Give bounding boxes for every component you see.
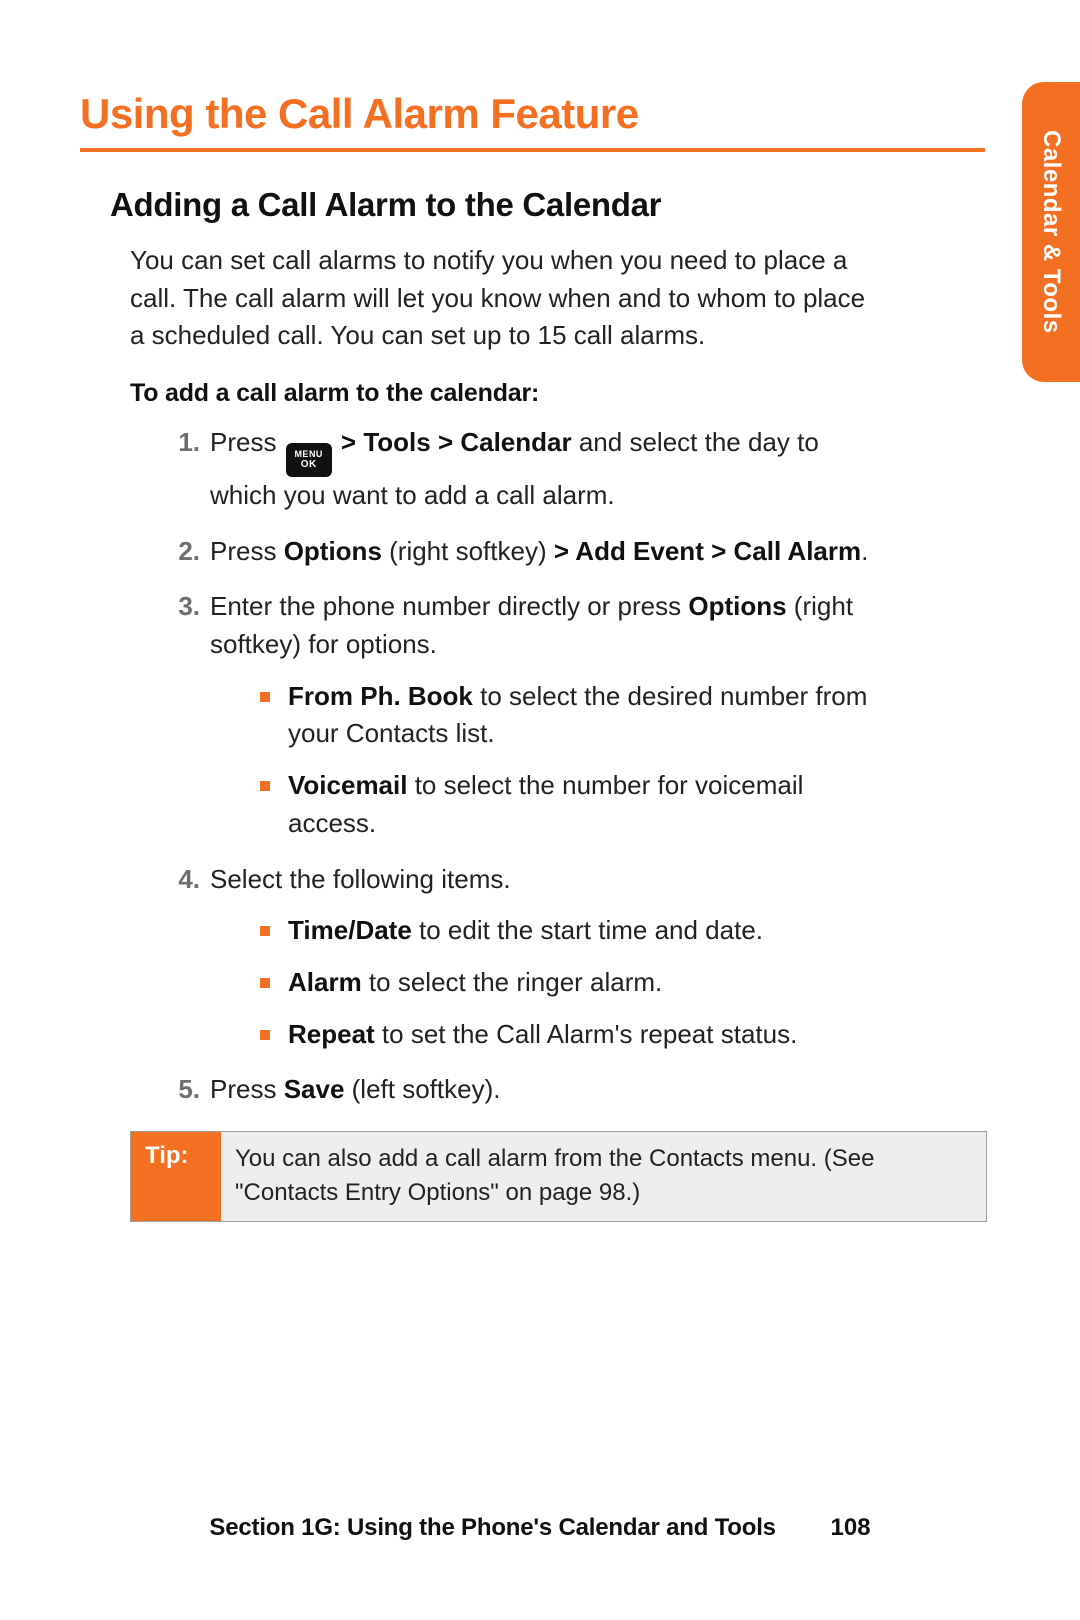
step-bold: > Add Event > Call Alarm — [554, 536, 861, 566]
step-bold: > Tools > Calendar — [334, 427, 572, 457]
step-text: . — [861, 536, 868, 566]
step-4: 4. Select the following items. Time/Date… — [160, 861, 885, 1054]
sub-text: to select the ringer alarm. — [362, 967, 663, 997]
step-number: 3. — [160, 588, 200, 626]
sub-item: From Ph. Book to select the desired numb… — [260, 678, 885, 753]
step-number: 4. — [160, 861, 200, 899]
steps-list: 1. Press MENUOK > Tools > Calendar and s… — [110, 424, 885, 1109]
footer-page-number: 108 — [831, 1514, 871, 1541]
sub-text: to set the Call Alarm's repeat status. — [375, 1019, 798, 1049]
step-text: Press — [210, 536, 284, 566]
step-2: 2. Press Options (right softkey) > Add E… — [160, 533, 885, 571]
tip-box: Tip: You can also add a call alarm from … — [130, 1131, 987, 1222]
page-footer: Section 1G: Using the Phone's Calendar a… — [0, 1514, 1080, 1542]
sub-item: Repeat to set the Call Alarm's repeat st… — [260, 1016, 885, 1054]
step-text: Enter the phone number directly or press — [210, 591, 688, 621]
sub-bold: Alarm — [288, 967, 362, 997]
step-number: 5. — [160, 1071, 200, 1109]
sub-bold: From Ph. Book — [288, 681, 473, 711]
side-tab-calendar-tools: Calendar & Tools — [1022, 82, 1080, 382]
sub-item: Voicemail to select the number for voice… — [260, 767, 885, 842]
step-bold: Save — [284, 1074, 345, 1104]
step-3: 3. Enter the phone number directly or pr… — [160, 588, 885, 842]
step-bold: Options — [688, 591, 786, 621]
page-title: Using the Call Alarm Feature — [80, 90, 985, 138]
procedure-lead: To add a call alarm to the calendar: — [110, 379, 885, 408]
step-4-sublist: Time/Date to edit the start time and dat… — [210, 912, 885, 1053]
step-number: 2. — [160, 533, 200, 571]
step-text: Select the following items. — [210, 864, 511, 894]
footer-section: Section 1G: Using the Phone's Calendar a… — [209, 1514, 775, 1541]
sub-item: Alarm to select the ringer alarm. — [260, 964, 885, 1002]
step-1: 1. Press MENUOK > Tools > Calendar and s… — [160, 424, 885, 515]
sub-text: to edit the start time and date. — [412, 915, 763, 945]
sub-bold: Voicemail — [288, 770, 407, 800]
sub-bold: Repeat — [288, 1019, 375, 1049]
step-5: 5. Press Save (left softkey). — [160, 1071, 885, 1109]
menu-ok-key-icon: MENUOK — [286, 443, 332, 477]
sub-bold: Time/Date — [288, 915, 412, 945]
step-text: Press — [210, 427, 284, 457]
step-3-sublist: From Ph. Book to select the desired numb… — [210, 678, 885, 843]
sub-item: Time/Date to edit the start time and dat… — [260, 912, 885, 950]
step-text: Press — [210, 1074, 284, 1104]
section-title: Adding a Call Alarm to the Calendar — [110, 186, 885, 224]
step-number: 1. — [160, 424, 200, 462]
step-text: (left softkey). — [344, 1074, 500, 1104]
intro-paragraph: You can set call alarms to notify you wh… — [110, 242, 885, 355]
step-text: (right softkey) — [382, 536, 554, 566]
side-tab-label: Calendar & Tools — [1037, 130, 1065, 334]
step-bold: Options — [284, 536, 382, 566]
title-rule — [80, 148, 985, 152]
content-body: Adding a Call Alarm to the Calendar You … — [80, 186, 985, 1222]
tip-label: Tip: — [131, 1132, 221, 1221]
tip-text: You can also add a call alarm from the C… — [221, 1132, 986, 1221]
